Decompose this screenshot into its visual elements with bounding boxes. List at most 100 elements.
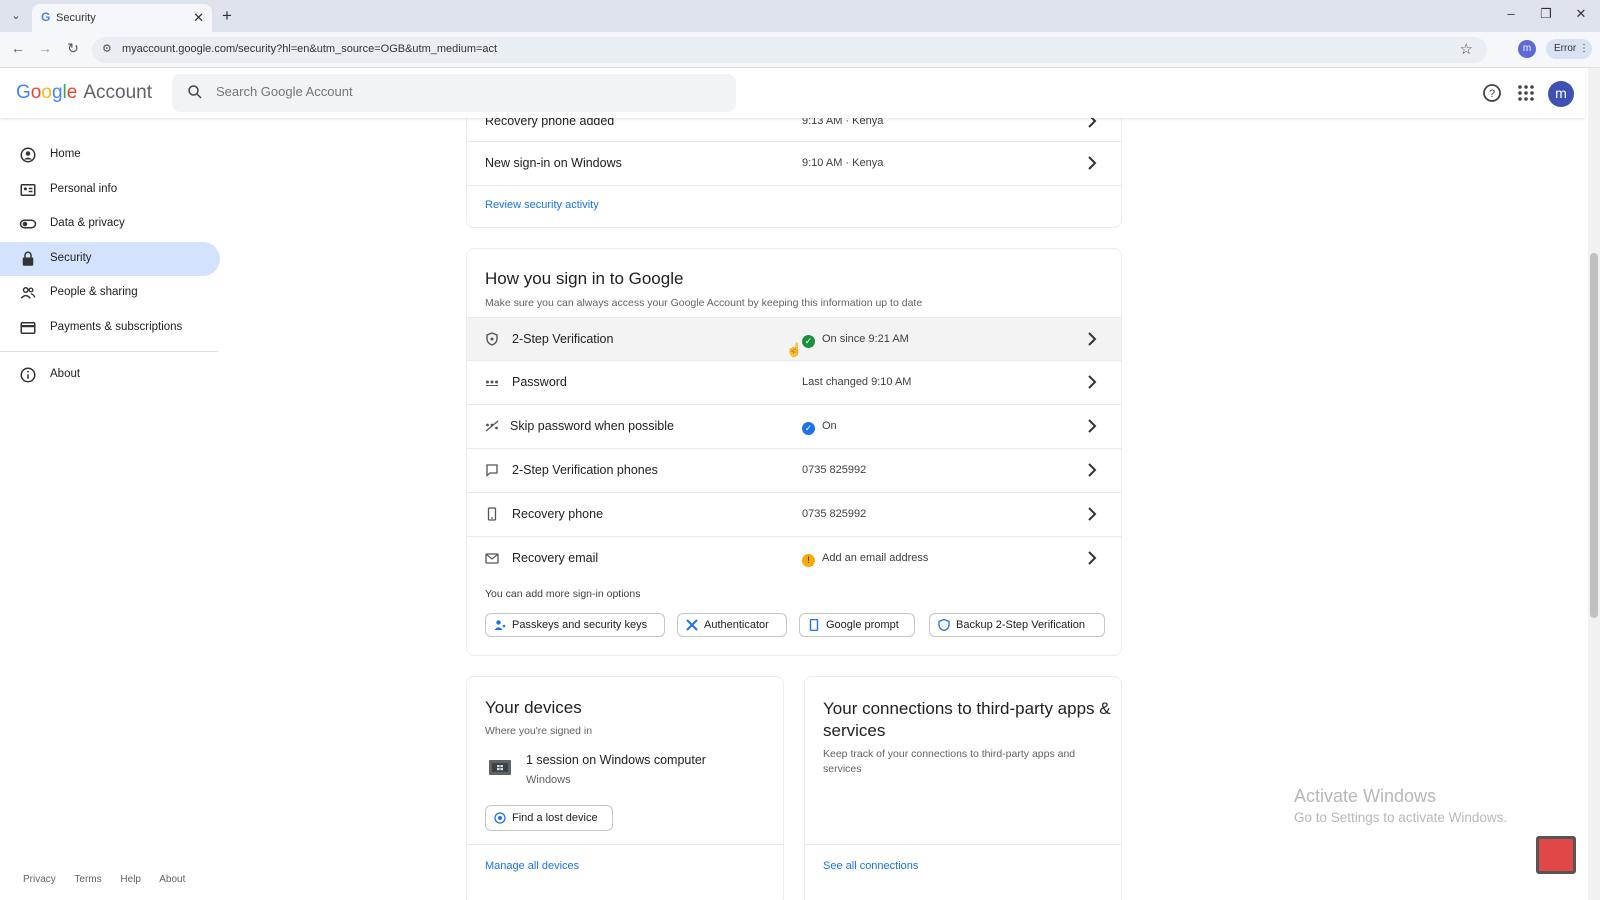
tab-close-icon[interactable]: ✕ [193, 10, 204, 26]
email-icon [485, 553, 499, 564]
sidebar-item-about[interactable]: About [0, 358, 220, 392]
chip-label: Backup 2-Step Verification [956, 619, 1086, 631]
sidebar-item-payments[interactable]: Payments & subscriptions [0, 311, 220, 345]
computer-icon [489, 760, 511, 775]
activity-row[interactable]: New sign-in on Windows 9:10 AM · Kenya [467, 142, 1121, 186]
bookmark-star-icon[interactable]: ☆ [1460, 40, 1473, 58]
footer-terms-link[interactable]: Terms [74, 874, 101, 885]
sidebar-item-people-sharing[interactable]: People & sharing [0, 276, 220, 310]
url-text[interactable]: myaccount.google.com/security?hl=en&utm_… [122, 43, 497, 55]
devices-card-subtitle: Where you're signed in [485, 725, 593, 737]
sidebar-item-personal-info[interactable]: Personal info [0, 173, 220, 207]
window-close-icon[interactable]: ✕ [1569, 6, 1593, 22]
phone-icon [809, 619, 819, 631]
search-box[interactable] [172, 74, 736, 112]
sidebar-item-label: People & sharing [50, 286, 138, 298]
logo-account-text: Account [83, 82, 152, 103]
windows-activation-watermark: Activate Windows Go to Settings to activ… [1294, 786, 1507, 825]
signin-row-value: ✓ On since 9:21 AM [802, 333, 909, 348]
info-icon [20, 367, 36, 382]
signin-row-recovery-phone[interactable]: Recovery phone 0735 825992 [467, 493, 1121, 537]
google-account-logo[interactable]: Google Account [16, 82, 152, 104]
signin-row-value: ! Add an email address [802, 552, 928, 567]
chip-label: Google prompt [826, 619, 899, 631]
third-party-connections-card: Your connections to third-party apps & s… [804, 676, 1122, 900]
signin-row-skip-password[interactable]: Skip password when possible ✓ On [467, 405, 1121, 449]
reload-icon[interactable]: ↻ [63, 40, 83, 57]
footer-help-link[interactable]: Help [120, 874, 141, 885]
chip-label: Find a lost device [512, 812, 598, 824]
signin-methods-card: How you sign in to Google Make sure you … [466, 248, 1122, 656]
id-card-icon [20, 183, 36, 196]
skip-password-icon [485, 420, 499, 432]
connections-card-title: Your connections to third-party apps & s… [823, 699, 1111, 740]
page-scrollbar[interactable] [1588, 68, 1600, 900]
chevron-right-icon [1088, 332, 1097, 346]
signin-row-title: Password [512, 375, 567, 389]
sidebar-item-label: Security [50, 251, 92, 264]
browser-profile-icon[interactable]: m [1518, 40, 1536, 58]
minimize-icon[interactable]: – [1499, 6, 1523, 21]
signin-row-password[interactable]: Password Last changed 9:10 AM [467, 361, 1121, 405]
help-icon[interactable]: ? [1480, 81, 1504, 105]
footer-about-link[interactable]: About [159, 874, 185, 885]
signin-row-recovery-email[interactable]: Recovery email ! Add an email address [467, 537, 1121, 581]
see-all-connections-link[interactable]: See all connections [823, 860, 918, 872]
browser-tab[interactable]: G Security ✕ [32, 4, 212, 32]
signin-row-title: Recovery phone [512, 507, 604, 521]
browser-toolbar: ← → ↻ ⚙ myaccount.google.com/security?hl… [0, 32, 1600, 68]
sidebar-item-label: Data & privacy [50, 217, 125, 229]
search-icon [188, 85, 202, 99]
device-os-text: Windows [526, 774, 571, 786]
signin-row-title: Recovery email [512, 551, 599, 565]
footer-privacy-link[interactable]: Privacy [23, 874, 56, 885]
restore-icon[interactable]: ❐ [1534, 6, 1558, 22]
backup-2sv-chip[interactable]: Backup 2-Step Verification [929, 613, 1105, 637]
shield-icon [486, 332, 498, 346]
home-icon [20, 147, 36, 163]
forward-icon[interactable]: → [35, 40, 55, 56]
card-divider [805, 844, 1121, 845]
back-icon[interactable]: ← [8, 40, 28, 56]
account-avatar[interactable]: m [1548, 81, 1574, 107]
shield-icon [938, 619, 950, 631]
error-label: Error [1554, 43, 1577, 54]
error-button[interactable]: Error ⋮ [1546, 39, 1592, 59]
chevron-right-icon [1088, 419, 1097, 433]
review-security-activity-link[interactable]: Review security activity [485, 199, 599, 211]
sidebar-nav: Home Personal info Data & privacy Securi… [0, 138, 220, 392]
find-lost-device-button[interactable]: Find a lost device [485, 805, 613, 831]
sidebar-item-home[interactable]: Home [0, 138, 220, 172]
signin-row-title: 2-Step Verification [512, 332, 614, 346]
activity-time: 9:10 AM · Kenya [802, 157, 884, 169]
manage-devices-link[interactable]: Manage all devices [485, 860, 579, 872]
sidebar-item-security[interactable]: Security [0, 241, 220, 276]
session-text: 1 session on Windows computer [526, 753, 706, 767]
footer-links: Privacy Terms Help About [23, 874, 201, 885]
signin-row-value: Last changed 9:10 AM [802, 376, 912, 388]
tab-search-dropdown-icon[interactable]: ⌄ [6, 6, 26, 26]
devices-card-title: Your devices [485, 698, 582, 717]
new-tab-icon[interactable]: + [222, 6, 232, 26]
sidebar-item-data-privacy[interactable]: Data & privacy [0, 207, 220, 241]
passkeys-chip[interactable]: Passkeys and security keys [485, 613, 665, 637]
signin-row-2sv-phones[interactable]: 2-Step Verification phones 0735 825992 [467, 449, 1121, 493]
scrollbar-thumb[interactable] [1590, 253, 1598, 618]
signin-row-value: ✓ On [802, 420, 837, 435]
signin-row-value-text: On since 9:21 AM [822, 333, 909, 345]
authenticator-chip[interactable]: Authenticator [677, 613, 787, 637]
watermark-line-1: Activate Windows [1294, 786, 1437, 806]
browser-tab-bar: ⌄ G Security ✕ + – ❐ ✕ [0, 0, 1600, 32]
check-circle-icon: ✓ [802, 422, 815, 435]
site-info-icon[interactable]: ⚙ [102, 42, 112, 55]
devices-card: Your devices Where you're signed in 1 se… [466, 676, 784, 900]
people-icon [20, 287, 36, 299]
message-icon [486, 464, 498, 477]
search-input[interactable] [216, 84, 696, 99]
target-icon [494, 812, 506, 824]
signin-card-title: How you sign in to Google [485, 269, 684, 288]
password-dots-icon [486, 380, 498, 386]
apps-grid-icon[interactable] [1514, 81, 1538, 105]
google-prompt-chip[interactable]: Google prompt [799, 613, 915, 637]
address-bar[interactable]: ⚙ myaccount.google.com/security?hl=en&ut… [92, 37, 1487, 63]
